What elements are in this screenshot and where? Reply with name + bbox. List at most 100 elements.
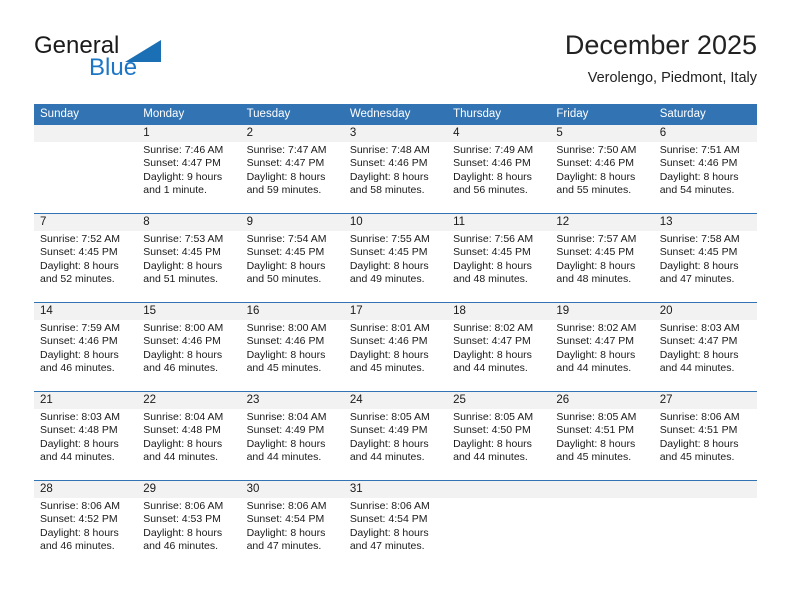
day-detail-line: and 44 minutes. (453, 451, 528, 464)
day-number-band: 4 (447, 125, 551, 142)
calendar-week-row: 1 Sunrise: 7:46 AM Sunset: 4:47 PM Daylight… (34, 125, 757, 213)
day-detail-line: and 49 minutes. (349, 273, 425, 286)
calendar-day-cell[interactable]: 12 Sunrise: 7:57 AM Sunset: 4:45 PM Dayligh… (550, 214, 654, 302)
day-detail-line: Sunrise: 8:04 AM (143, 411, 224, 423)
calendar-day-cell[interactable]: 6 Sunrise: 7:51 AM Sunset: 4:46 PM Daylight… (653, 125, 757, 213)
calendar-day-cell[interactable]: 8 Sunrise: 7:53 AM Sunset: 4:45 PM Daylight… (137, 214, 241, 302)
day-detail-line: Daylight: 8 hours (453, 170, 532, 183)
day-number-band: 21 (34, 392, 138, 409)
calendar-day-cell[interactable]: 2 Sunrise: 7:47 AM Sunset: 4:47 PM Daylight… (240, 125, 344, 213)
calendar-day-cell[interactable]: 17 Sunrise: 8:01 AM Sunset: 4:46 PM Dayligh… (343, 303, 448, 391)
day-number: 6 (659, 127, 667, 139)
day-number-band: 18 (447, 303, 551, 320)
calendar-day-cell[interactable]: 11 Sunrise: 7:56 AM Sunset: 4:45 PM Dayligh… (447, 214, 551, 302)
calendar-week-row: 14 Sunrise: 7:59 AM Sunset: 4:46 PM Dayligh… (34, 302, 757, 391)
day-number: 9 (246, 216, 253, 228)
day-number: 28 (40, 483, 53, 495)
day-detail-line: Daylight: 8 hours (246, 259, 326, 272)
calendar-day-cell[interactable]: 20 Sunrise: 8:03 AM Sunset: 4:47 PM Dayligh… (653, 303, 757, 391)
calendar-day-cell[interactable]: 15 Sunrise: 8:00 AM Sunset: 4:46 PM Dayligh… (137, 303, 241, 391)
day-detail-line: Daylight: 8 hours (143, 259, 223, 272)
day-number: 10 (349, 216, 363, 228)
day-detail-line: Sunset: 4:47 PM (143, 157, 221, 170)
calendar-day-cell[interactable]: 22 Sunrise: 8:04 AM Sunset: 4:48 PM Dayligh… (137, 392, 241, 480)
day-number-band: 2 (240, 125, 344, 142)
day-detail-lines: Sunrise: 8:06 AM Sunset: 4:54 PM Daylight:… (241, 498, 344, 554)
calendar-day-cell[interactable]: 18 Sunrise: 8:02 AM Sunset: 4:47 PM Dayligh… (447, 303, 551, 391)
calendar-day-cell[interactable]: 16 Sunrise: 8:00 AM Sunset: 4:46 PM Dayligh… (240, 303, 344, 391)
calendar-day-cell[interactable]: 10 Sunrise: 7:55 AM Sunset: 4:45 PM Dayligh… (343, 214, 448, 302)
calendar-day-cell-empty (653, 481, 757, 569)
day-detail-line: Sunset: 4:48 PM (40, 424, 118, 437)
calendar-week-row: 21 Sunrise: 8:03 AM Sunset: 4:48 PM Dayligh… (34, 391, 757, 480)
calendar-day-cell[interactable]: 13 Sunrise: 7:58 AM Sunset: 4:45 PM Dayligh… (653, 214, 757, 302)
day-number: 16 (246, 305, 260, 317)
calendar-day-cell[interactable]: 9 Sunrise: 7:54 AM Sunset: 4:45 PM Daylight… (240, 214, 344, 302)
day-detail-line: Sunset: 4:49 PM (246, 424, 325, 437)
calendar-day-cell[interactable]: 24 Sunrise: 8:05 AM Sunset: 4:49 PM Dayligh… (343, 392, 448, 480)
calendar-day-cell[interactable]: 1 Sunrise: 7:46 AM Sunset: 4:47 PM Daylight… (137, 125, 241, 213)
logo-text-blue: Blue (89, 54, 138, 81)
calendar-day-cell[interactable]: 19 Sunrise: 8:02 AM Sunset: 4:47 PM Dayligh… (550, 303, 654, 391)
day-number: 21 (40, 394, 53, 406)
day-detail-line: Sunrise: 7:46 AM (143, 144, 224, 156)
calendar-day-cell[interactable]: 23 Sunrise: 8:04 AM Sunset: 4:49 PM Dayligh… (240, 392, 344, 480)
day-detail-lines: Sunrise: 8:00 AM Sunset: 4:46 PM Daylight:… (137, 320, 240, 376)
day-number-band: 15 (137, 303, 241, 320)
location-subtitle: Verolengo, Piedmont, Italy (587, 70, 757, 86)
calendar-day-cell[interactable]: 31 Sunrise: 8:06 AM Sunset: 4:54 PM Dayligh… (343, 481, 448, 569)
day-number-band: 11 (447, 214, 551, 231)
calendar-day-cell[interactable]: 3 Sunrise: 7:48 AM Sunset: 4:46 PM Daylight… (343, 125, 448, 213)
calendar-day-cell[interactable]: 27 Sunrise: 8:06 AM Sunset: 4:51 PM Dayligh… (653, 392, 757, 480)
day-detail-line: Sunrise: 8:03 AM (659, 322, 740, 334)
day-detail-line: Sunset: 4:45 PM (556, 246, 635, 259)
day-detail-line: Sunrise: 7:50 AM (556, 144, 637, 156)
calendar-day-cell[interactable]: 7 Sunrise: 7:52 AM Sunset: 4:45 PM Daylight… (34, 214, 138, 302)
day-detail-lines: Sunrise: 7:59 AM Sunset: 4:46 PM Daylight:… (34, 320, 137, 376)
day-detail-line: Sunrise: 8:02 AM (556, 322, 637, 334)
day-detail-line: and 50 minutes. (246, 273, 322, 286)
day-detail-lines: Sunrise: 7:48 AM Sunset: 4:46 PM Daylight:… (344, 142, 447, 198)
day-detail-lines: Sunrise: 7:46 AM Sunset: 4:47 PM Daylight:… (137, 142, 240, 198)
day-detail-line: Sunset: 4:46 PM (40, 335, 118, 348)
day-detail-lines (550, 498, 653, 500)
calendar-day-cell[interactable]: 28 Sunrise: 8:06 AM Sunset: 4:52 PM Dayligh… (34, 481, 138, 569)
calendar-day-cell[interactable]: 4 Sunrise: 7:49 AM Sunset: 4:46 PM Daylight… (447, 125, 551, 213)
calendar-day-cell[interactable]: 25 Sunrise: 8:05 AM Sunset: 4:50 PM Dayligh… (447, 392, 551, 480)
day-detail-lines: Sunrise: 8:06 AM Sunset: 4:52 PM Daylight:… (34, 498, 137, 554)
calendar-day-cell[interactable]: 21 Sunrise: 8:03 AM Sunset: 4:48 PM Dayligh… (34, 392, 138, 480)
calendar-day-cell[interactable]: 14 Sunrise: 7:59 AM Sunset: 4:46 PM Dayligh… (34, 303, 138, 391)
day-detail-line: Sunset: 4:47 PM (246, 157, 325, 170)
day-number: 25 (453, 394, 466, 406)
day-detail-line: Sunset: 4:46 PM (143, 335, 221, 348)
day-detail-line: and 45 minutes. (349, 362, 425, 375)
day-detail-line: and 44 minutes. (453, 362, 528, 375)
weekday-header-friday: Friday (556, 108, 589, 120)
day-detail-lines: Sunrise: 8:06 AM Sunset: 4:54 PM Daylight:… (344, 498, 447, 554)
day-detail-line: and 44 minutes. (246, 451, 322, 464)
day-detail-lines: Sunrise: 8:05 AM Sunset: 4:51 PM Daylight:… (550, 409, 653, 465)
day-detail-line: Sunset: 4:47 PM (453, 335, 531, 348)
calendar-day-cell[interactable]: 29 Sunrise: 8:06 AM Sunset: 4:53 PM Dayligh… (137, 481, 241, 569)
day-detail-lines: Sunrise: 8:03 AM Sunset: 4:47 PM Daylight:… (654, 320, 757, 376)
day-detail-line: Sunset: 4:46 PM (453, 157, 531, 170)
day-number-band (550, 481, 654, 498)
weekday-header-row: Sunday Monday Tuesday Wednesday Thursday Frid… (34, 104, 757, 125)
day-detail-line: Sunrise: 7:57 AM (556, 233, 637, 245)
day-detail-line: and 44 minutes. (349, 451, 425, 464)
day-number: 17 (349, 305, 363, 317)
weekday-header-monday: Monday (143, 108, 185, 120)
calendar-day-cell[interactable]: 26 Sunrise: 8:05 AM Sunset: 4:51 PM Dayligh… (550, 392, 654, 480)
day-detail-line: Sunrise: 8:06 AM (40, 500, 120, 512)
day-detail-line: and 45 minutes. (659, 451, 735, 464)
day-number-band: 25 (447, 392, 551, 409)
day-detail-line: Sunset: 4:51 PM (556, 424, 635, 437)
day-detail-line: Sunset: 4:47 PM (556, 335, 635, 348)
calendar-day-cell[interactable]: 5 Sunrise: 7:50 AM Sunset: 4:46 PM Daylight… (550, 125, 654, 213)
weekday-header-sunday: Sunday (40, 108, 80, 120)
day-number: 1 (143, 127, 150, 139)
day-detail-lines: Sunrise: 8:06 AM Sunset: 4:51 PM Daylight:… (654, 409, 757, 465)
calendar-day-cell[interactable]: 30 Sunrise: 8:06 AM Sunset: 4:54 PM Dayligh… (240, 481, 344, 569)
day-number-band (34, 125, 138, 142)
day-detail-line: Sunset: 4:46 PM (246, 335, 325, 348)
